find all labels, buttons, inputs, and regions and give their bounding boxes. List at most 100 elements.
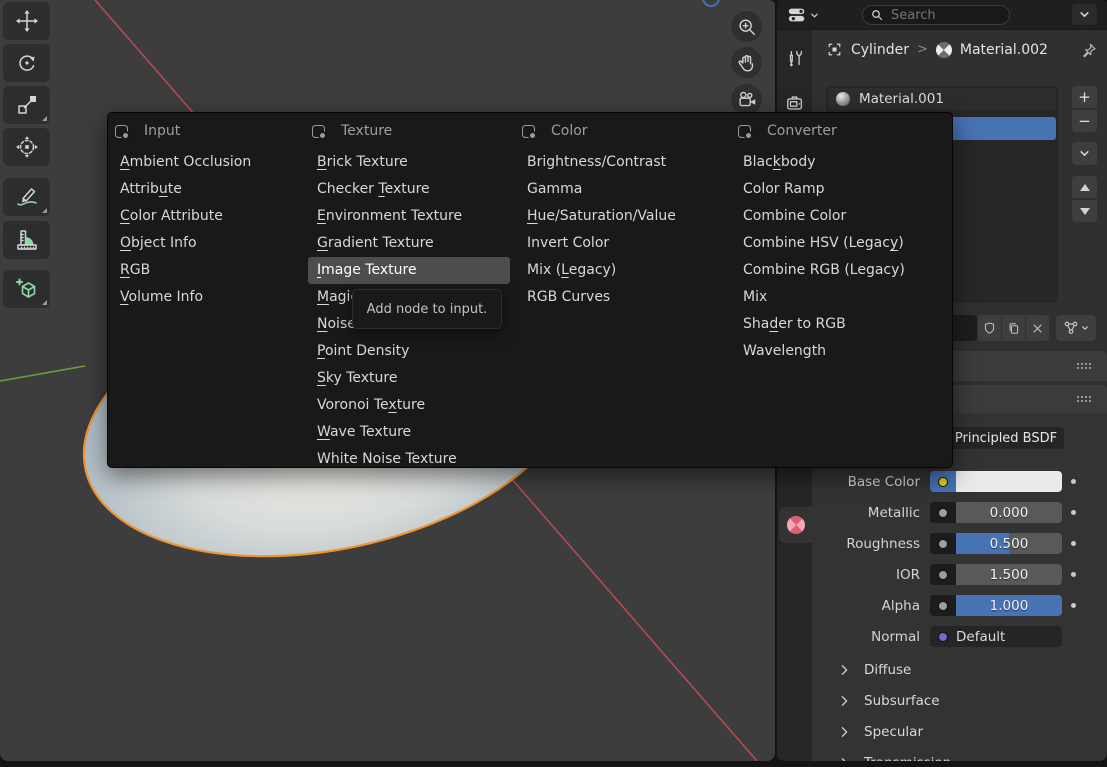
material-sphere-icon — [787, 516, 805, 534]
socket-button[interactable] — [930, 502, 956, 523]
menu-item[interactable]: Volume Info — [111, 284, 300, 311]
section-label: Diffuse — [864, 662, 911, 678]
search-field[interactable] — [862, 5, 1010, 25]
socket-dot — [938, 570, 948, 580]
menu-item[interactable]: Mix — [734, 284, 948, 311]
menu-item[interactable]: Image Texture — [308, 257, 510, 284]
rotate-tool-button[interactable] — [3, 44, 50, 82]
fake-user-shield-button[interactable] — [978, 315, 1001, 341]
material-property-row: Metallic 0.000 — [812, 502, 1107, 523]
socket-button[interactable] — [930, 471, 956, 492]
viewport-zoom-button[interactable] — [731, 11, 762, 42]
decorator-dot[interactable] — [1071, 541, 1076, 546]
menu-item[interactable]: Brightness/Contrast — [518, 149, 726, 176]
decorator-dot[interactable] — [1071, 479, 1076, 484]
property-value-field[interactable]: Default — [930, 626, 1062, 647]
property-value-field[interactable]: 1.500 — [956, 564, 1062, 585]
menu-item[interactable]: Blackbody — [734, 149, 948, 176]
menu-column-header: Input — [108, 119, 305, 143]
copy-material-button[interactable] — [1002, 315, 1025, 341]
menu-item[interactable]: Combine Color — [734, 203, 948, 230]
menu-item[interactable]: Gamma — [518, 176, 726, 203]
menu-item[interactable]: Environment Texture — [308, 203, 510, 230]
tab-material-active[interactable] — [779, 507, 812, 543]
decorator-dot[interactable] — [1071, 510, 1076, 515]
collapsed-section-row[interactable]: Subsurface — [812, 690, 1107, 711]
viewport-pan-button[interactable] — [731, 47, 762, 78]
node-tree-dropdown[interactable] — [1056, 315, 1096, 341]
move-slot-up-button[interactable] — [1072, 176, 1097, 198]
remove-slot-button[interactable]: − — [1072, 110, 1097, 132]
menu-item[interactable]: Gradient Texture — [308, 230, 510, 257]
socket-button[interactable] — [930, 564, 956, 585]
add-slot-button[interactable]: + — [1072, 86, 1097, 108]
breadcrumb: Cylinder > Material.002 — [826, 41, 1048, 58]
node-category-icon — [115, 125, 128, 138]
menu-item[interactable]: Wave Texture — [308, 419, 510, 446]
menu-item[interactable]: RGB Curves — [518, 284, 726, 311]
panel-drag-dots[interactable] — [1076, 395, 1093, 402]
decorator-dot[interactable] — [1071, 572, 1076, 577]
move-tool-button[interactable] — [3, 2, 50, 40]
menu-item[interactable]: Color Attribute — [111, 203, 300, 230]
collapsed-section-row[interactable]: Diffuse — [812, 659, 1107, 680]
menu-item[interactable]: Shader to RGB — [734, 311, 948, 338]
tab-tool[interactable] — [777, 42, 812, 76]
move-slot-down-button[interactable] — [1072, 200, 1097, 222]
menu-item[interactable]: RGB — [111, 257, 300, 284]
property-value-field[interactable]: 1.000 — [956, 595, 1062, 616]
transform-tool-button[interactable] — [3, 128, 50, 166]
breadcrumb-object[interactable]: Cylinder — [851, 42, 909, 58]
menu-item[interactable]: Hue/Saturation/Value — [518, 203, 726, 230]
menu-item[interactable]: Combine HSV (Legacy) — [734, 230, 948, 257]
measure-icon — [15, 228, 39, 252]
chevron-right-icon — [840, 726, 849, 738]
menu-item[interactable]: Mix (Legacy) — [518, 257, 726, 284]
menu-item[interactable]: Ambient Occlusion — [111, 149, 300, 176]
socket-button[interactable] — [930, 533, 956, 554]
header-menu-button[interactable] — [1072, 4, 1097, 25]
render-icon — [785, 93, 805, 113]
menu-item[interactable]: Brick Texture — [308, 149, 510, 176]
measure-tool-button[interactable] — [3, 221, 50, 259]
editor-type-button[interactable] — [786, 5, 819, 25]
scale-tool-button[interactable] — [3, 86, 50, 124]
search-input[interactable] — [889, 7, 989, 24]
chevron-down-icon — [1079, 148, 1090, 159]
annotate-tool-button[interactable] — [3, 178, 50, 216]
slot-specials-button[interactable] — [1072, 142, 1097, 165]
decorator-dot[interactable] — [1071, 603, 1076, 608]
menu-item[interactable]: Point Density — [308, 338, 510, 365]
menu-item[interactable]: Invert Color — [518, 230, 726, 257]
menu-item[interactable]: Voronoi Texture — [308, 392, 510, 419]
menu-item[interactable]: Sky Texture — [308, 365, 510, 392]
property-value-field[interactable]: 0.000 — [956, 502, 1062, 523]
material-property-row: Roughness 0.500 — [812, 533, 1107, 554]
property-value-field[interactable] — [956, 471, 1062, 492]
property-value-field[interactable]: 0.500 — [956, 533, 1062, 554]
menu-item[interactable]: Object Info — [111, 230, 300, 257]
menu-column-title: Color — [551, 123, 588, 139]
collapsed-section-row[interactable]: Transmission — [812, 752, 1107, 761]
collapsed-section-row[interactable]: Specular — [812, 721, 1107, 742]
menu-item[interactable]: Attribute — [111, 176, 300, 203]
menu-item[interactable]: Combine RGB (Legacy) — [734, 257, 948, 284]
surface-node-selector[interactable]: Principled BSDF — [948, 427, 1064, 449]
menu-item[interactable]: Color Ramp — [734, 176, 948, 203]
material-property-row: Normal Default — [812, 626, 1107, 647]
viewport-camera-button[interactable] — [731, 84, 762, 115]
socket-button[interactable] — [930, 595, 956, 616]
menu-item[interactable]: Checker Texture — [308, 176, 510, 203]
panel-drag-dots[interactable] — [1076, 362, 1093, 369]
unlink-material-button[interactable] — [1026, 315, 1049, 341]
menu-item[interactable]: Wavelength — [734, 338, 948, 365]
properties-header — [777, 0, 1107, 30]
material-slot-row[interactable]: Material.001 — [828, 88, 1056, 110]
add-cube-tool-button[interactable] — [3, 270, 50, 308]
y-axis-line — [0, 366, 85, 381]
pin-icon[interactable] — [1080, 42, 1097, 59]
node-category-icon — [522, 125, 535, 138]
menu-item[interactable]: White Noise Texture — [308, 446, 510, 473]
breadcrumb-material[interactable]: Material.002 — [960, 42, 1048, 58]
triangle-down-icon — [1080, 208, 1090, 215]
